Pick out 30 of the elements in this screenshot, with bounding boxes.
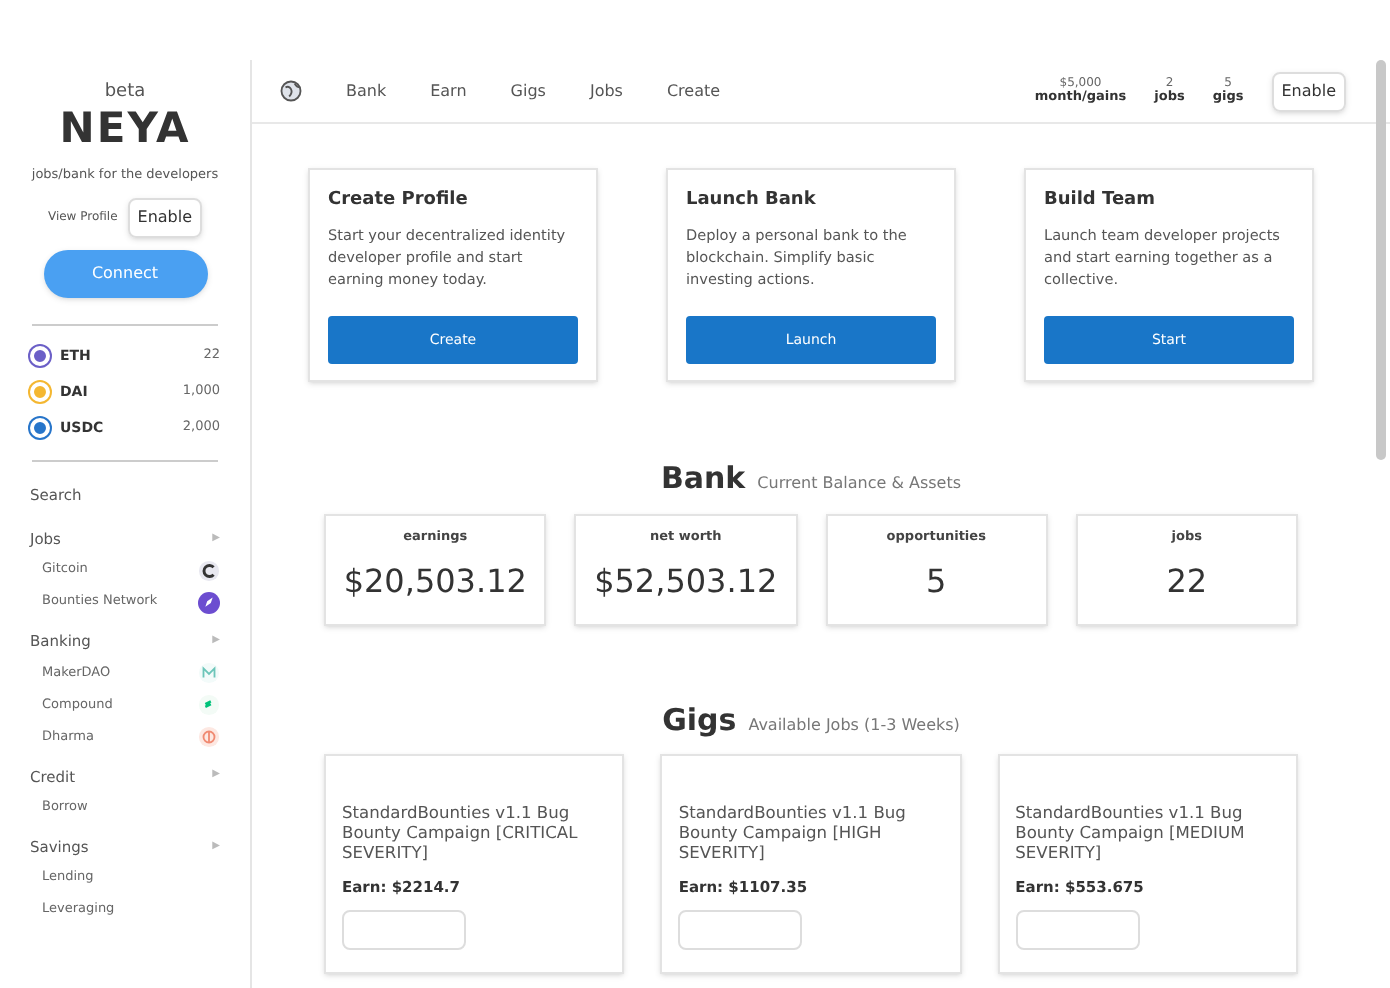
stat-value: $52,503.12 xyxy=(594,560,778,605)
card-title: Build Team xyxy=(1044,188,1158,214)
nav-link[interactable]: Create xyxy=(666,79,721,103)
section-heading: Bank xyxy=(660,458,746,500)
enable-button[interactable]: Enable xyxy=(127,197,203,238)
gig-button[interactable] xyxy=(678,910,803,951)
section-subtitle: Available Jobs (1-3 Weeks) xyxy=(748,713,960,737)
stat-value: $20,503.12 xyxy=(343,560,527,605)
card-title: Launch Bank xyxy=(686,188,818,214)
gig-title: StandardBounties v1.1 Bug Bounty Campaign [CRITICAL SEVERITY] xyxy=(342,804,580,864)
gig-button[interactable] xyxy=(342,910,466,951)
section-subtitle: Current Balance & Assets xyxy=(757,472,962,496)
nav-link[interactable]: Earn xyxy=(430,79,467,103)
globe-icon[interactable] xyxy=(280,80,302,102)
gig-title: StandardBounties v1.1 Bug Bounty Campaign [HIGH SEVERITY] xyxy=(678,804,908,864)
logo: NEYA xyxy=(57,108,193,150)
scrollbar[interactable] xyxy=(1376,60,1386,460)
enable-button[interactable]: Enable xyxy=(1271,71,1346,111)
nav-link[interactable]: Jobs xyxy=(589,79,623,103)
stat-value: 22 xyxy=(1166,560,1208,605)
nav-link[interactable]: Bank xyxy=(346,79,387,103)
gig-title: StandardBounties v1.1 Bug Bounty Campaign [MEDIUM SEVERITY] xyxy=(1015,804,1247,864)
stat-value: 5 xyxy=(926,560,947,605)
stack-icon xyxy=(198,694,220,716)
beta-label: beta xyxy=(102,84,148,102)
section-heading: Gigs xyxy=(662,699,737,741)
card-title: Create Profile xyxy=(328,188,470,214)
nav-link[interactable]: Gigs xyxy=(510,79,546,103)
m-letter-icon xyxy=(198,662,220,684)
gig-button[interactable] xyxy=(1015,910,1140,951)
